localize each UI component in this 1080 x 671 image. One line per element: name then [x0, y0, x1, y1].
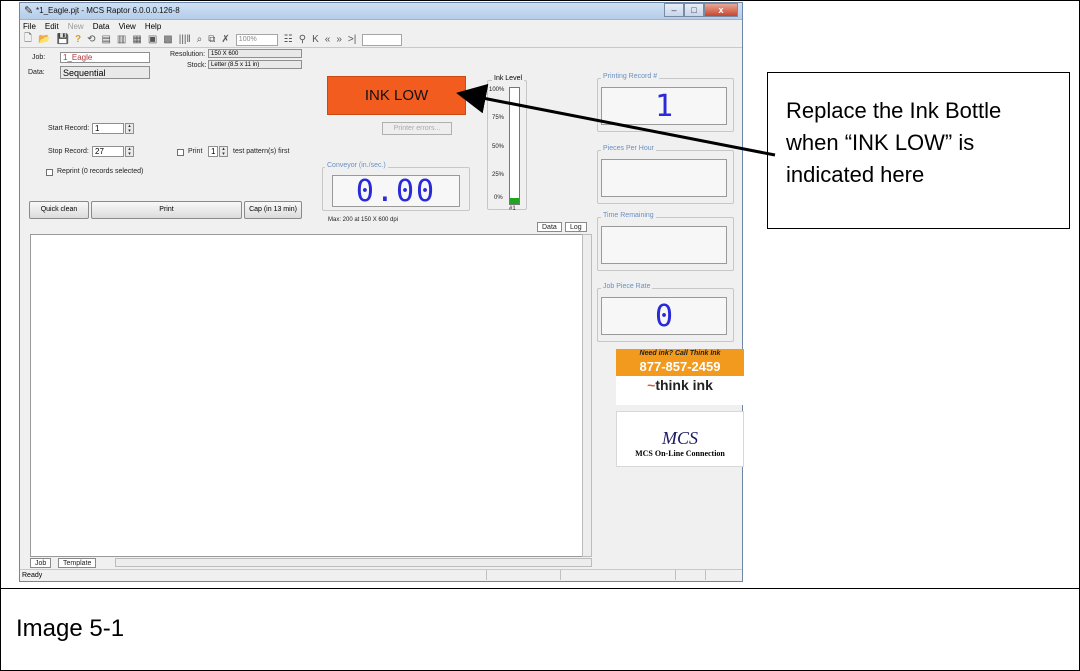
caption-divider	[0, 588, 1080, 589]
callout-arrow	[456, 83, 776, 157]
figure-caption: Image 5-1	[16, 615, 125, 642]
